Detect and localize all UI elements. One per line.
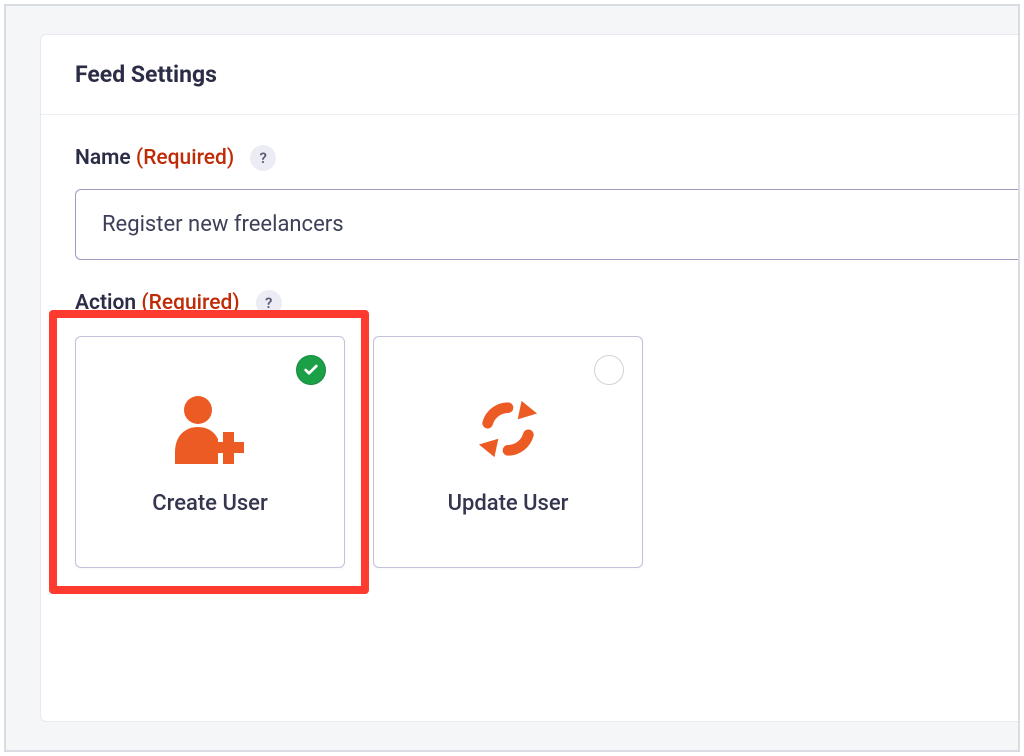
action-section: Action (Required) ? xyxy=(75,290,1018,568)
panel-header: Feed Settings xyxy=(41,35,1018,115)
name-label-row: Name (Required) ? xyxy=(75,145,1018,171)
name-label: Name (Required) xyxy=(75,146,234,170)
action-card-update-user[interactable]: Update User xyxy=(373,336,643,568)
name-input[interactable] xyxy=(75,189,1018,260)
action-card-label: Update User xyxy=(448,491,569,516)
name-label-text: Name xyxy=(75,146,131,170)
feed-settings-panel: Feed Settings Name (Required) ? Action (… xyxy=(40,34,1018,722)
panel-body: Name (Required) ? Action (Required) ? xyxy=(41,115,1018,598)
action-help-icon[interactable]: ? xyxy=(256,290,282,316)
action-card-create-user[interactable]: Create User xyxy=(75,336,345,568)
name-required-text: (Required) xyxy=(136,146,234,170)
action-label-row: Action (Required) ? xyxy=(75,290,1018,316)
panel-title: Feed Settings xyxy=(75,61,984,88)
app-frame: Feed Settings Name (Required) ? Action (… xyxy=(4,4,1020,752)
action-options-row: Create User Updat xyxy=(75,336,1018,568)
selected-check-icon xyxy=(296,355,326,385)
user-add-icon xyxy=(169,389,251,469)
action-label: Action (Required) xyxy=(75,291,240,315)
name-help-icon[interactable]: ? xyxy=(250,145,276,171)
refresh-icon xyxy=(477,389,539,469)
action-label-text: Action xyxy=(75,291,136,315)
action-card-label: Create User xyxy=(152,491,267,516)
action-required-text: (Required) xyxy=(141,291,239,315)
unselected-check-icon xyxy=(594,355,624,385)
